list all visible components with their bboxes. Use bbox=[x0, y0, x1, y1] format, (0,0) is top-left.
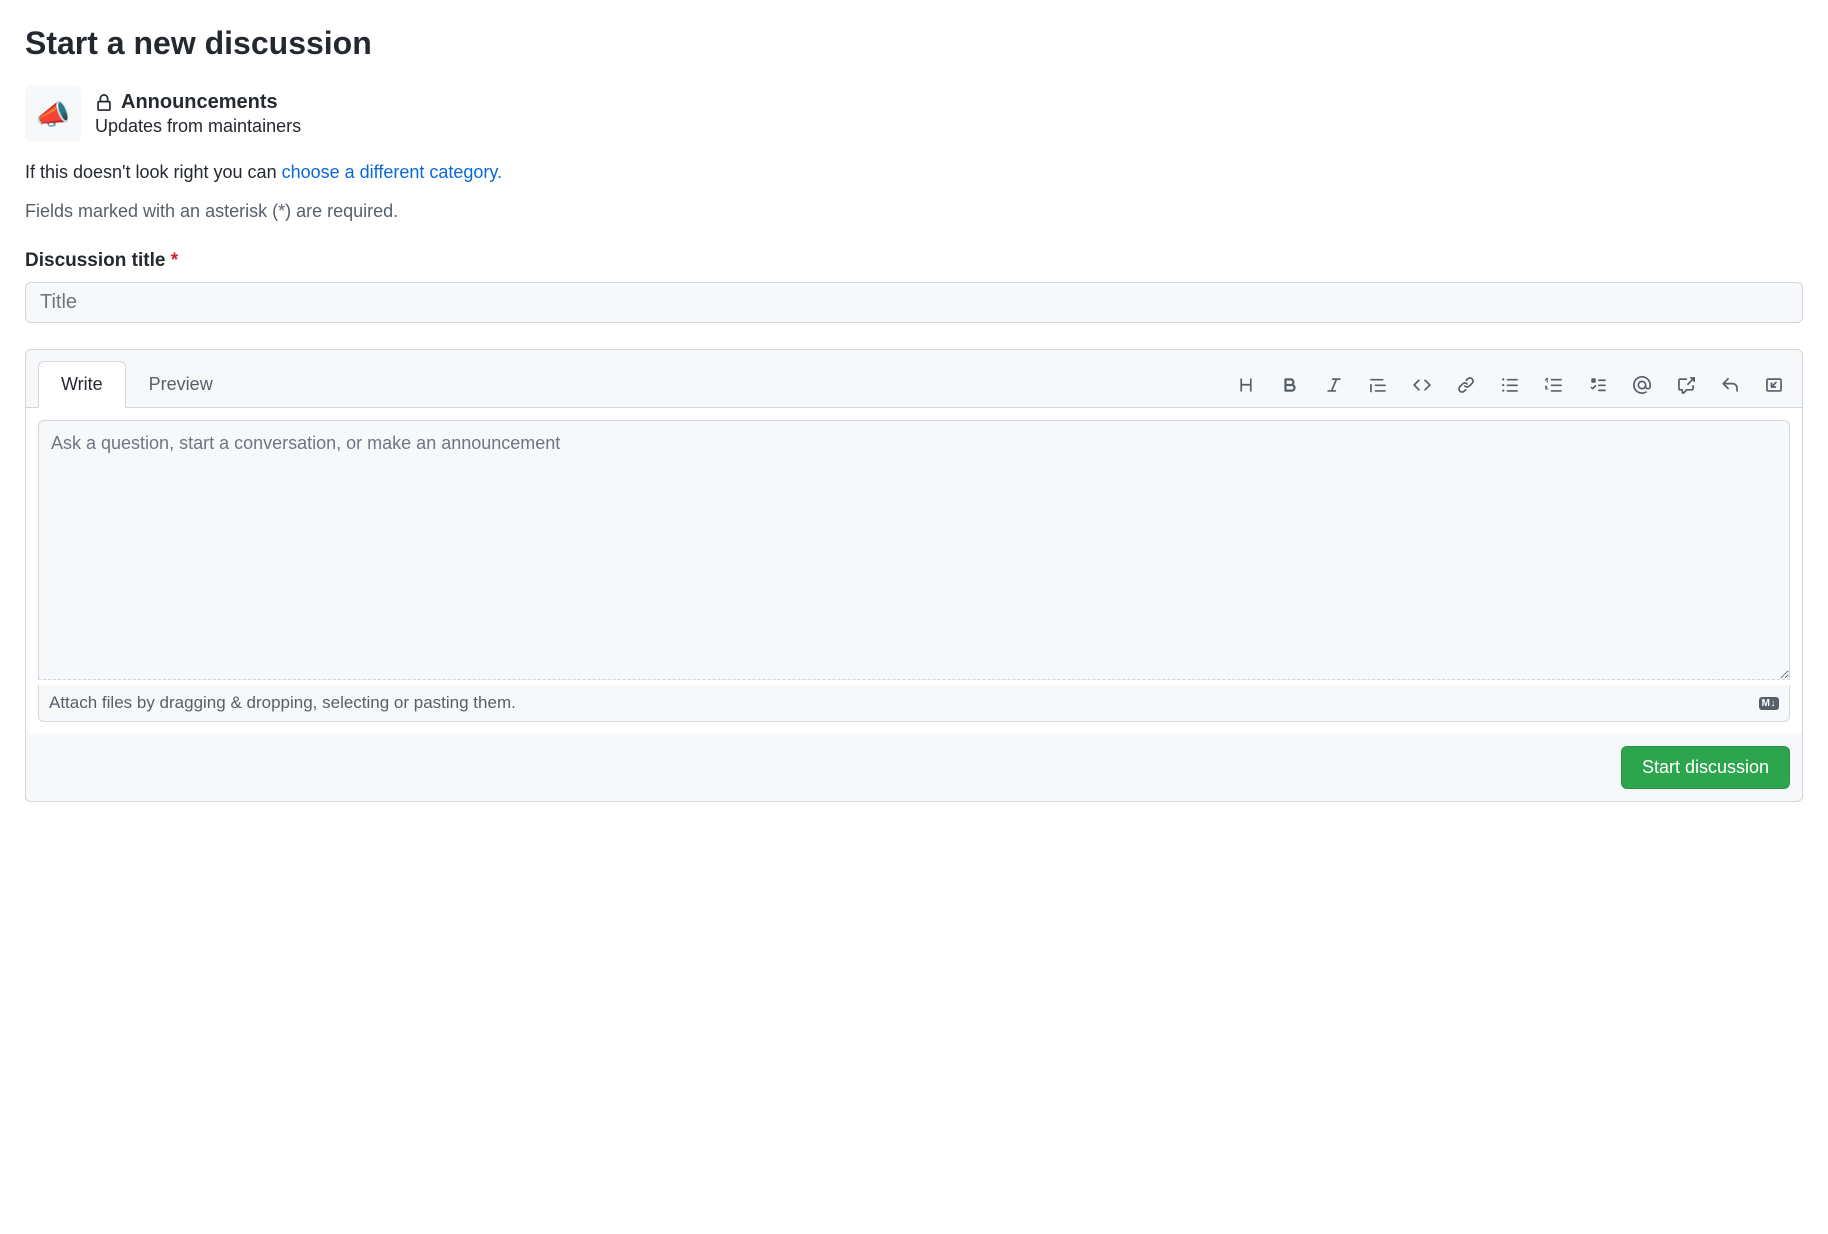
lock-icon bbox=[95, 94, 113, 112]
fullscreen-icon[interactable] bbox=[1764, 375, 1784, 395]
required-asterisk: * bbox=[171, 250, 178, 271]
mention-icon[interactable] bbox=[1632, 375, 1652, 395]
formatting-toolbar bbox=[1236, 375, 1790, 407]
hint-prefix: If this doesn't look right you can bbox=[25, 162, 282, 182]
category-description: Updates from maintainers bbox=[95, 116, 301, 137]
editor-tabs: Write Preview bbox=[38, 360, 236, 407]
attach-files-row[interactable]: Attach files by dragging & dropping, sel… bbox=[38, 685, 1790, 722]
start-discussion-button[interactable]: Start discussion bbox=[1621, 746, 1790, 789]
category-hint: If this doesn't look right you can choos… bbox=[25, 162, 1803, 183]
bold-icon[interactable] bbox=[1280, 375, 1300, 395]
reply-icon[interactable] bbox=[1720, 375, 1740, 395]
page-title: Start a new discussion bbox=[25, 25, 1803, 62]
discussion-title-input[interactable] bbox=[25, 282, 1803, 323]
category-text: Announcements Updates from maintainers bbox=[95, 91, 301, 137]
required-fields-note: Fields marked with an asterisk (*) are r… bbox=[25, 201, 1803, 222]
choose-category-link[interactable]: choose a different category. bbox=[282, 162, 502, 182]
code-icon[interactable] bbox=[1412, 375, 1432, 395]
category-header: 📣 Announcements Updates from maintainers bbox=[25, 86, 1803, 142]
category-name: Announcements bbox=[121, 91, 278, 114]
discussion-body-textarea[interactable] bbox=[38, 420, 1790, 680]
editor-box: Write Preview bbox=[25, 349, 1803, 802]
discussion-title-label-text: Discussion title bbox=[25, 250, 165, 271]
attach-files-hint: Attach files by dragging & dropping, sel… bbox=[49, 693, 516, 713]
editor-header: Write Preview bbox=[26, 350, 1802, 407]
quote-icon[interactable] bbox=[1368, 375, 1388, 395]
link-icon[interactable] bbox=[1456, 375, 1476, 395]
unordered-list-icon[interactable] bbox=[1500, 375, 1520, 395]
megaphone-icon: 📣 bbox=[36, 98, 71, 131]
heading-icon[interactable] bbox=[1236, 375, 1256, 395]
tab-write[interactable]: Write bbox=[38, 361, 126, 408]
task-list-icon[interactable] bbox=[1588, 375, 1608, 395]
category-emoji-box: 📣 bbox=[25, 86, 81, 142]
editor-body: Attach files by dragging & dropping, sel… bbox=[26, 407, 1802, 734]
markdown-icon[interactable]: M↓ bbox=[1759, 697, 1779, 710]
ordered-list-icon[interactable] bbox=[1544, 375, 1564, 395]
tab-preview[interactable]: Preview bbox=[126, 360, 236, 407]
form-actions: Start discussion bbox=[26, 734, 1802, 801]
italic-icon[interactable] bbox=[1324, 375, 1344, 395]
discussion-title-label: Discussion title * bbox=[25, 250, 1803, 272]
cross-reference-icon[interactable] bbox=[1676, 375, 1696, 395]
